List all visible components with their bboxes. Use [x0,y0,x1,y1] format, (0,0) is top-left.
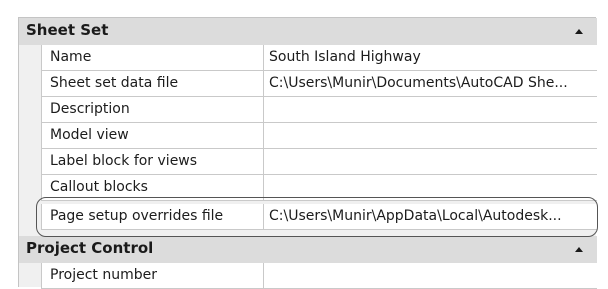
property-value[interactable]: C:\Users\Munir\AppData\Local\Autodesk... [264,204,598,229]
property-name: Callout blocks [42,175,264,200]
property-name: Project number [42,263,264,288]
property-row-description[interactable]: Description [41,97,597,123]
property-row-name[interactable]: Name South Island Highway [41,45,597,71]
property-row-page-setup-overrides-file[interactable]: Page setup overrides file C:\Users\Munir… [41,204,597,230]
property-value[interactable] [264,97,598,122]
property-value[interactable] [264,123,598,148]
property-row-sheet-set-data-file[interactable]: Sheet set data file C:\Users\Munir\Docum… [41,71,597,97]
property-value[interactable] [264,263,598,288]
property-row-label-block-for-views[interactable]: Label block for views [41,149,597,175]
category-project-control-label: Project Control [26,239,154,257]
category-sheet-set-label: Sheet Set [26,21,109,39]
property-value[interactable] [264,175,598,200]
category-sheet-set[interactable]: Sheet Set [19,18,597,45]
properties-panel: Sheet Set Name South Island Highway Shee… [18,17,597,289]
property-row-model-view[interactable]: Model view [41,123,597,149]
collapse-sheet-set-button[interactable] [571,22,587,40]
property-value[interactable] [264,149,598,174]
property-name: Sheet set data file [42,71,264,96]
property-value[interactable]: South Island Highway [264,45,598,70]
category-project-control[interactable]: Project Control [19,236,597,263]
property-value[interactable]: C:\Users\Munir\Documents\AutoCAD She... [264,71,598,96]
property-row-callout-blocks[interactable]: Callout blocks [41,175,597,201]
collapse-project-control-button[interactable] [571,240,587,258]
property-name: Name [42,45,264,70]
property-row-project-number[interactable]: Project number [41,263,597,289]
property-name: Label block for views [42,149,264,174]
property-name: Page setup overrides file [42,204,264,229]
triangle-up-icon [575,247,583,252]
property-name: Description [42,97,264,122]
triangle-up-icon [575,29,583,34]
property-name: Model view [42,123,264,148]
